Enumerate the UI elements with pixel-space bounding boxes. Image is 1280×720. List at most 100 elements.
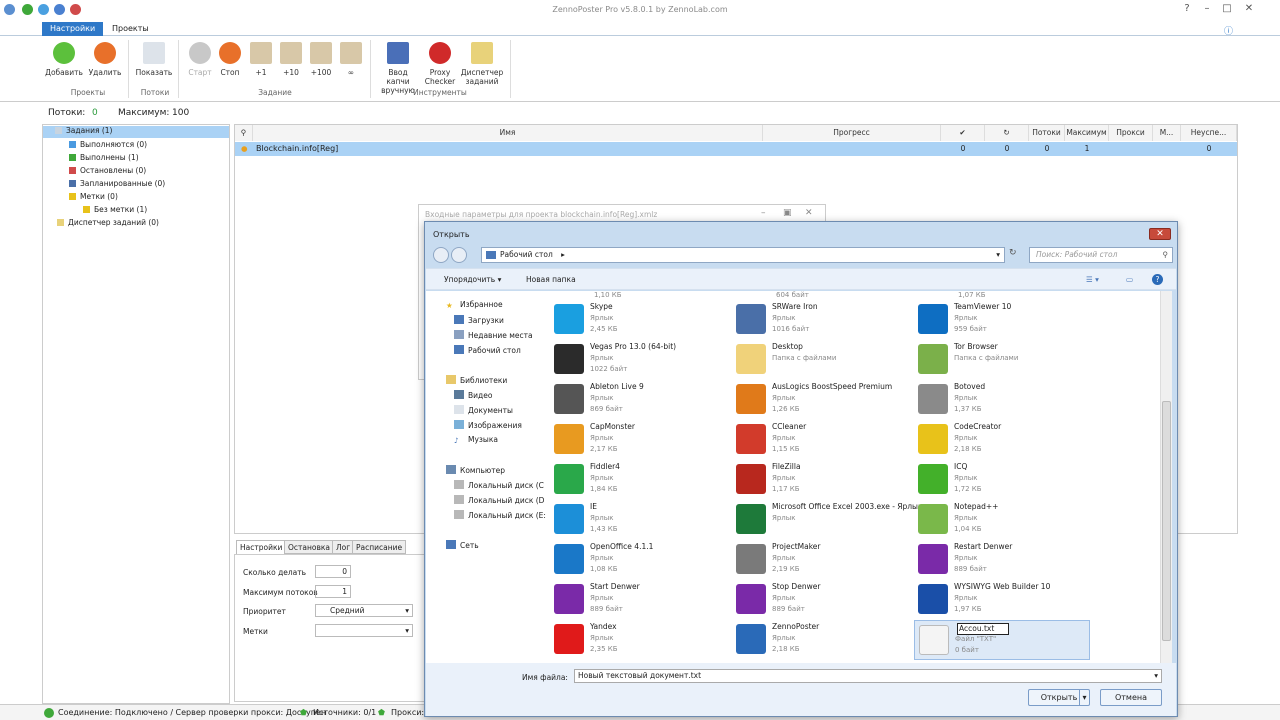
- file-item[interactable]: AusLogics BoostSpeed Premium Ярлык 1,26 КБ: [732, 380, 908, 420]
- tree-item-scheduled[interactable]: Запланированные (0): [69, 179, 165, 188]
- tree-item-tasks[interactable]: Задания (1): [43, 126, 229, 138]
- tree-item-tags[interactable]: Метки (0): [69, 192, 118, 201]
- file-item[interactable]: FileZilla Ярлык 1,17 КБ: [732, 460, 908, 500]
- column-header-repeat[interactable]: ↻: [985, 125, 1029, 141]
- file-item[interactable]: IE Ярлык 1,43 КБ: [550, 500, 726, 540]
- tree-item-untagged[interactable]: Без метки (1): [83, 205, 147, 214]
- scrollbar[interactable]: [1160, 291, 1172, 663]
- file-item[interactable]: OpenOffice 4.1.1 Ярлык 1,08 КБ: [550, 540, 726, 580]
- file-item[interactable]: CapMonster Ярлык 2,17 КБ: [550, 420, 726, 460]
- close-icon[interactable]: ✕: [1149, 228, 1171, 240]
- column-header-progress[interactable]: Прогресс: [763, 125, 941, 141]
- manual-captcha-button[interactable]: Ввод капчи вручную: [376, 40, 420, 95]
- tree-item-task-manager[interactable]: Диспетчер заданий (0): [57, 218, 159, 227]
- nav-desktop[interactable]: Рабочий стол: [454, 345, 521, 355]
- tab-bottom-log[interactable]: Лог: [332, 540, 355, 554]
- close-icon[interactable]: ✕: [805, 208, 813, 218]
- file-item[interactable]: Vegas Pro 13.0 (64-bit) Ярлык 1022 байт: [550, 340, 726, 380]
- tags-select[interactable]: ▾: [315, 624, 413, 637]
- file-item[interactable]: Fiddler4 Ярлык 1,84 КБ: [550, 460, 726, 500]
- file-item[interactable]: TeamViewer 10 Ярлык 959 байт: [914, 300, 1090, 340]
- column-header-success[interactable]: ✔: [941, 125, 985, 141]
- rename-input[interactable]: Accou.txt: [957, 623, 1009, 635]
- tab-settings[interactable]: Настройки: [42, 22, 104, 36]
- filter-icon[interactable]: ⚲: [235, 125, 253, 141]
- open-button[interactable]: Открыть ▾: [1028, 689, 1090, 706]
- column-header-failed[interactable]: Неуспе...: [1181, 125, 1237, 141]
- add-button[interactable]: Добавить: [45, 40, 83, 77]
- file-item[interactable]: ProjectMaker Ярлык 2,19 КБ: [732, 540, 908, 580]
- organize-button[interactable]: Упорядочить ▾: [444, 275, 501, 284]
- nav-disk-c[interactable]: Локальный диск (C: [454, 480, 544, 490]
- howmany-input[interactable]: 0: [315, 565, 351, 578]
- file-item[interactable]: ICQ Ярлык 1,72 КБ: [914, 460, 1090, 500]
- file-item[interactable]: Microsoft Office Excel 2003.exe - Ярлык Я…: [732, 500, 923, 540]
- maximize-icon[interactable]: ▣: [783, 208, 792, 218]
- scrollbar-thumb[interactable]: [1162, 401, 1171, 641]
- tab-projects[interactable]: Проекты: [104, 22, 157, 36]
- show-button[interactable]: Показать: [135, 40, 173, 77]
- close-icon[interactable]: ✕: [1240, 3, 1258, 17]
- file-item[interactable]: Tor Browser Папка с файлами: [914, 340, 1090, 380]
- file-item[interactable]: Botoved Ярлык 1,37 КБ: [914, 380, 1090, 420]
- help-icon[interactable]: ?: [1178, 3, 1196, 17]
- filename-input[interactable]: Новый текстовый документ.txt ▾: [574, 669, 1162, 683]
- file-item[interactable]: SRWare Iron Ярлык 1016 байт: [732, 300, 908, 340]
- file-item[interactable]: Notepad++ Ярлык 1,04 КБ: [914, 500, 1090, 540]
- column-header-proxy[interactable]: Прокси: [1109, 125, 1153, 141]
- tree-item-running[interactable]: Выполняются (0): [69, 140, 147, 149]
- nav-music[interactable]: ♪ Музыка: [454, 435, 498, 445]
- proxy-checker-button[interactable]: Proxy Checker: [422, 40, 458, 86]
- column-header-max[interactable]: Максимум: [1065, 125, 1109, 141]
- view-icon[interactable]: ☰ ▾: [1086, 275, 1099, 284]
- column-header-name[interactable]: Имя: [253, 125, 763, 141]
- help-icon[interactable]: ?: [1152, 274, 1163, 285]
- nav-network[interactable]: Сеть: [446, 540, 479, 550]
- nav-disk-e[interactable]: Локальный диск (E:: [454, 510, 546, 520]
- task-manager-button[interactable]: Диспетчер заданий: [460, 40, 504, 86]
- column-header-threads[interactable]: Потоки: [1029, 125, 1065, 141]
- file-item[interactable]: CodeCreator Ярлык 2,18 КБ: [914, 420, 1090, 460]
- nav-video[interactable]: Видео: [454, 390, 492, 400]
- file-item[interactable]: Desktop Папка с файлами: [732, 340, 908, 380]
- file-item[interactable]: Restart Denwer Ярлык 889 байт: [914, 540, 1090, 580]
- back-icon[interactable]: [433, 247, 449, 263]
- priority-select[interactable]: Средний ▾: [315, 604, 413, 617]
- file-item[interactable]: Start Denwer Ярлык 889 байт: [550, 580, 726, 620]
- file-item[interactable]: ZennoPoster Ярлык 2,18 КБ: [732, 620, 908, 660]
- file-item[interactable]: WYSIWYG Web Builder 10 Ярлык 1,97 КБ: [914, 580, 1090, 620]
- file-item[interactable]: Accou.txt Файл "TXT" 0 байт: [914, 620, 1090, 660]
- file-item[interactable]: CCleaner Ярлык 1,15 КБ: [732, 420, 908, 460]
- nav-downloads[interactable]: Загрузки: [454, 315, 504, 325]
- nav-disk-d[interactable]: Локальный диск (D: [454, 495, 544, 505]
- infinite-button[interactable]: ∞: [332, 40, 370, 77]
- minimize-icon[interactable]: –: [761, 208, 766, 218]
- table-row[interactable]: ● Blockchain.info[Reg] 0 0 0 1 0: [235, 142, 1237, 156]
- file-item[interactable]: Ableton Live 9 Ярлык 869 байт: [550, 380, 726, 420]
- delete-button[interactable]: Удалить: [86, 40, 124, 77]
- address-bar[interactable]: Рабочий стол ▸ ▾: [481, 247, 1005, 263]
- column-header-m[interactable]: М...: [1153, 125, 1181, 141]
- search-input[interactable]: Поиск: Рабочий стол ⚲: [1029, 247, 1173, 263]
- refresh-icon[interactable]: ↻: [1009, 248, 1017, 258]
- tab-bottom-settings[interactable]: Настройки: [236, 540, 287, 554]
- forward-icon[interactable]: [451, 247, 467, 263]
- chevron-down-icon[interactable]: ▾: [1154, 670, 1158, 682]
- new-folder-button[interactable]: Новая папка: [526, 275, 576, 284]
- file-item[interactable]: Stop Denwer Ярлык 889 байт: [732, 580, 908, 620]
- nav-favorites[interactable]: ★ Избранное: [446, 300, 503, 310]
- preview-pane-icon[interactable]: ▭: [1126, 275, 1133, 284]
- nav-images[interactable]: Изображения: [454, 420, 522, 430]
- minimize-icon[interactable]: –: [1198, 3, 1216, 17]
- maxthreads-input[interactable]: 1: [315, 585, 351, 598]
- nav-libraries[interactable]: Библиотеки: [446, 375, 507, 385]
- nav-recent[interactable]: Недавние места: [454, 330, 533, 340]
- nav-computer[interactable]: Компьютер: [446, 465, 505, 475]
- tab-bottom-schedule[interactable]: Расписание: [352, 540, 407, 554]
- tab-bottom-stop[interactable]: Остановка: [284, 540, 335, 554]
- tree-item-done[interactable]: Выполнены (1): [69, 153, 139, 162]
- file-item[interactable]: Yandex Ярлык 2,35 КБ: [550, 620, 726, 660]
- nav-documents[interactable]: Документы: [454, 405, 513, 415]
- chevron-down-icon[interactable]: ▾: [996, 248, 1000, 262]
- tree-item-stopped[interactable]: Остановлены (0): [69, 166, 146, 175]
